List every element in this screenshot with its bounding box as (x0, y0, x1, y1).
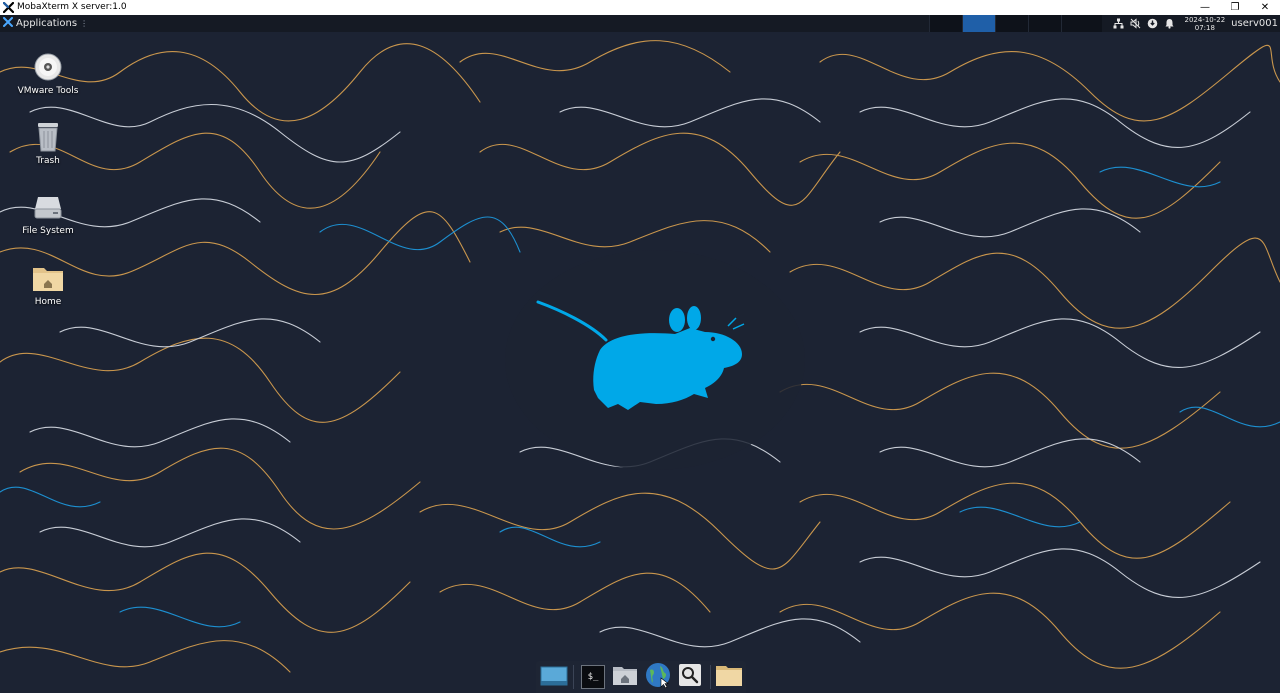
desktop-icon-label: File System (22, 226, 74, 236)
dock-separator (573, 665, 575, 689)
desktop-icon-label: Home (34, 297, 62, 307)
applications-handle-icon: ⋮ (80, 19, 89, 28)
xfce-logo-icon (3, 17, 13, 30)
desktop-icon-vmware-tools[interactable]: VMware Tools (3, 50, 93, 96)
trash-icon (31, 120, 65, 154)
applications-menu-button[interactable]: Applications ⋮ (0, 15, 88, 32)
workspace-2[interactable] (962, 15, 996, 32)
mute-icon[interactable] (1127, 15, 1144, 32)
terminal-icon: $_ (581, 665, 605, 689)
minimize-button[interactable]: — (1190, 0, 1220, 15)
desktop-icon-label: Trash (36, 156, 60, 166)
desktop-icon-label: VMware Tools (17, 86, 79, 96)
network-icon[interactable] (1110, 15, 1127, 32)
folder-icon (715, 663, 743, 691)
show-desktop-button[interactable] (538, 662, 569, 692)
mobaxterm-x-icon (2, 2, 14, 14)
desktop-icon-trash[interactable]: Trash (3, 120, 93, 166)
wallpaper-background (0, 32, 1280, 693)
vmware-tools-icon (31, 50, 65, 84)
clock-date: 2024-10-22 (1184, 15, 1226, 24)
panel-clock[interactable]: 2024-10-22 07:18 (1184, 16, 1225, 32)
show-desktop-icon (540, 664, 568, 690)
web-browser-button[interactable] (642, 662, 673, 692)
folder-button[interactable] (714, 662, 745, 692)
bottom-dock: $_ (536, 661, 746, 693)
app-finder-button[interactable] (674, 662, 705, 692)
workspace-switcher (929, 15, 1103, 32)
home-folder-icon (31, 261, 65, 295)
web-browser-icon (645, 662, 671, 692)
desktop-area[interactable]: VMware Tools Trash File System Home (0, 32, 1280, 693)
file-manager-home-icon (612, 664, 638, 690)
desktop-icon-home[interactable]: Home (3, 261, 93, 307)
clock-time: 07:18 (1194, 23, 1215, 32)
workspace-4[interactable] (1028, 15, 1062, 32)
window-titlebar: MobaXterm X server:1.0 — ❐ ✕ (0, 0, 1280, 15)
update-icon[interactable] (1144, 15, 1161, 32)
user-menu[interactable]: userv001 (1231, 18, 1278, 29)
desktop-icon-file-system[interactable]: File System (3, 190, 93, 236)
close-button[interactable]: ✕ (1250, 0, 1280, 15)
workspace-3[interactable] (995, 15, 1029, 32)
restore-button[interactable]: ❐ (1220, 0, 1250, 15)
workspace-1[interactable] (929, 15, 963, 32)
notification-bell-icon[interactable] (1161, 15, 1178, 32)
file-manager-home-button[interactable] (610, 662, 641, 692)
applications-label: Applications (16, 18, 78, 29)
dock-separator (709, 665, 711, 689)
window-title: MobaXterm X server:1.0 (17, 2, 127, 12)
xfce-top-panel: Applications ⋮ 2024-10-22 07:18 userv001 (0, 15, 1280, 32)
terminal-button[interactable]: $_ (577, 662, 608, 692)
app-finder-search-icon (678, 663, 702, 691)
file-system-icon (31, 190, 65, 224)
workspace-5[interactable] (1061, 15, 1103, 32)
system-tray: 2024-10-22 07:18 userv001 (1110, 15, 1280, 32)
